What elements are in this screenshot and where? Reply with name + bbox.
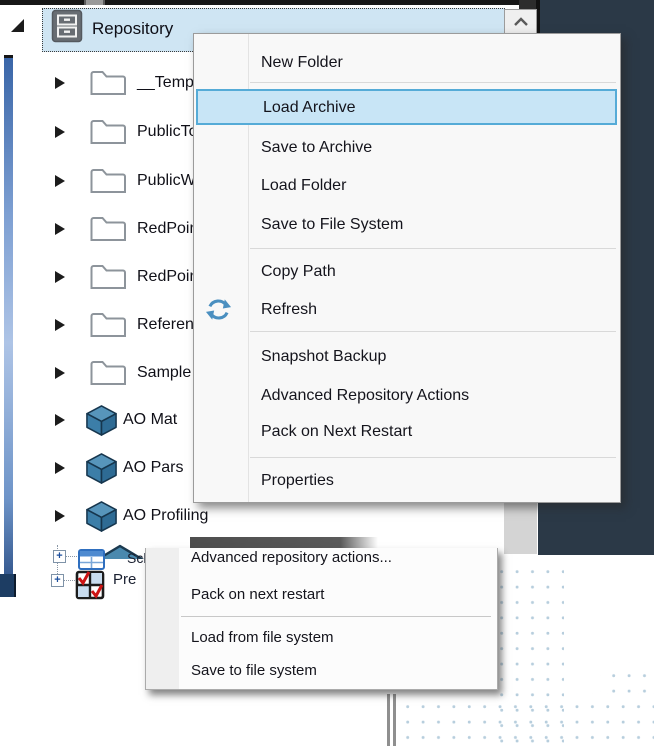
folder-icon — [90, 168, 126, 199]
tree-item[interactable]: AO Profiling — [0, 500, 538, 532]
menu-item-copy-path[interactable]: Copy Path — [194, 254, 620, 290]
cube-icon — [85, 452, 118, 490]
expander-collapsed-icon[interactable] — [53, 222, 67, 236]
top-edge-icon-remnant — [84, 0, 105, 5]
expander-collapsed-icon[interactable] — [53, 509, 67, 523]
menu-separator — [250, 457, 616, 458]
tree-item-label: __Temp — [137, 67, 194, 99]
menu-item-properties[interactable]: Properties — [194, 463, 620, 499]
folder-icon — [90, 264, 126, 295]
menu-item-advanced-repository-actions[interactable]: Advanced repository actions... — [146, 548, 497, 571]
canvas-dot-grid — [600, 662, 654, 693]
expander-collapsed-icon[interactable] — [53, 318, 67, 332]
tree-connector-line — [57, 563, 58, 574]
cropped-edge-bar — [190, 537, 378, 548]
screenshot-stage: Repository __Temp PublicTo PublicW RedPo… — [0, 0, 654, 746]
expander-collapsed-icon[interactable] — [53, 174, 67, 188]
archive-cabinet-icon — [51, 9, 83, 48]
menu-item-snapshot-backup[interactable]: Snapshot Backup — [194, 339, 620, 375]
expander-collapsed-icon[interactable] — [53, 125, 67, 139]
scroll-up-button[interactable] — [504, 9, 537, 34]
cube-icon — [85, 500, 118, 538]
menu-item-save-to-archive[interactable]: Save to Archive — [194, 130, 620, 166]
chevron-up-icon — [511, 16, 531, 27]
menu-separator — [250, 82, 616, 83]
menu-item-pack-on-next-restart[interactable]: Pack on Next Restart — [194, 414, 620, 450]
canvas-edge-line — [393, 694, 396, 746]
folder-icon — [90, 360, 126, 391]
expander-plus-icon[interactable]: + — [53, 550, 66, 563]
tree-item-label: RedPoin — [137, 261, 198, 293]
menu-item-new-folder[interactable]: New Folder — [194, 45, 620, 81]
menu-item-save-to-file-system[interactable]: Save to file system — [146, 657, 497, 685]
tree-connector-line — [64, 580, 75, 581]
tree-item-label: AO Pars — [123, 452, 183, 484]
tree-item-label: AO Profiling — [123, 500, 208, 532]
menu-item-load-from-file-system[interactable]: Load from file system — [146, 624, 497, 652]
expander-collapsed-icon[interactable] — [53, 461, 67, 475]
tree-item-label: AO Mat — [123, 404, 177, 436]
menu-separator — [250, 331, 616, 332]
menu-item-pack-on-next-restart[interactable]: Pack on next restart — [146, 581, 497, 609]
canvas-dot-grid — [394, 693, 654, 746]
tree-item-label: PublicW — [137, 165, 196, 197]
tree-item-label: Referen — [137, 309, 194, 341]
repository-context-menu: New Folder Load Archive Save to Archive … — [193, 33, 621, 503]
menu-item-advanced-repository-actions[interactable]: Advanced Repository Actions — [194, 378, 620, 414]
menu-item-load-folder[interactable]: Load Folder — [194, 168, 620, 204]
menu-separator — [181, 616, 491, 617]
expander-collapsed-icon[interactable] — [53, 413, 67, 427]
tree-item-label: RedPoin — [137, 213, 198, 245]
expander-collapsed-icon[interactable] — [53, 366, 67, 380]
folder-icon — [90, 119, 126, 150]
cube-icon — [85, 404, 118, 442]
folder-icon — [90, 216, 126, 247]
canvas-edge-line — [387, 694, 390, 746]
menu-item-load-archive[interactable]: Load Archive — [196, 89, 617, 125]
legacy-context-menu: Advanced repository actions... Pack on n… — [145, 548, 498, 690]
expander-plus-icon[interactable]: + — [51, 574, 64, 587]
top-edge-bar — [0, 0, 540, 5]
window-edge-foot — [0, 574, 16, 597]
expander-collapsed-icon[interactable] — [53, 76, 67, 90]
folder-icon — [90, 312, 126, 343]
menu-item-refresh[interactable]: Refresh — [194, 292, 620, 328]
expander-collapsed-icon[interactable] — [53, 270, 67, 284]
menu-item-save-to-file-system[interactable]: Save to File System — [194, 207, 620, 243]
window-edge-strip — [4, 58, 13, 576]
expander-expanded-icon[interactable] — [8, 16, 26, 34]
tree-item-label: Sample — [137, 357, 191, 389]
menu-separator — [250, 248, 616, 249]
tree-root-label[interactable]: Repository — [92, 8, 173, 50]
legacy-tree-item-label[interactable]: Pre — [113, 570, 136, 590]
checklist-grid-icon — [75, 570, 105, 605]
folder-icon — [90, 70, 126, 101]
tree-item-label: PublicTo — [137, 116, 197, 148]
